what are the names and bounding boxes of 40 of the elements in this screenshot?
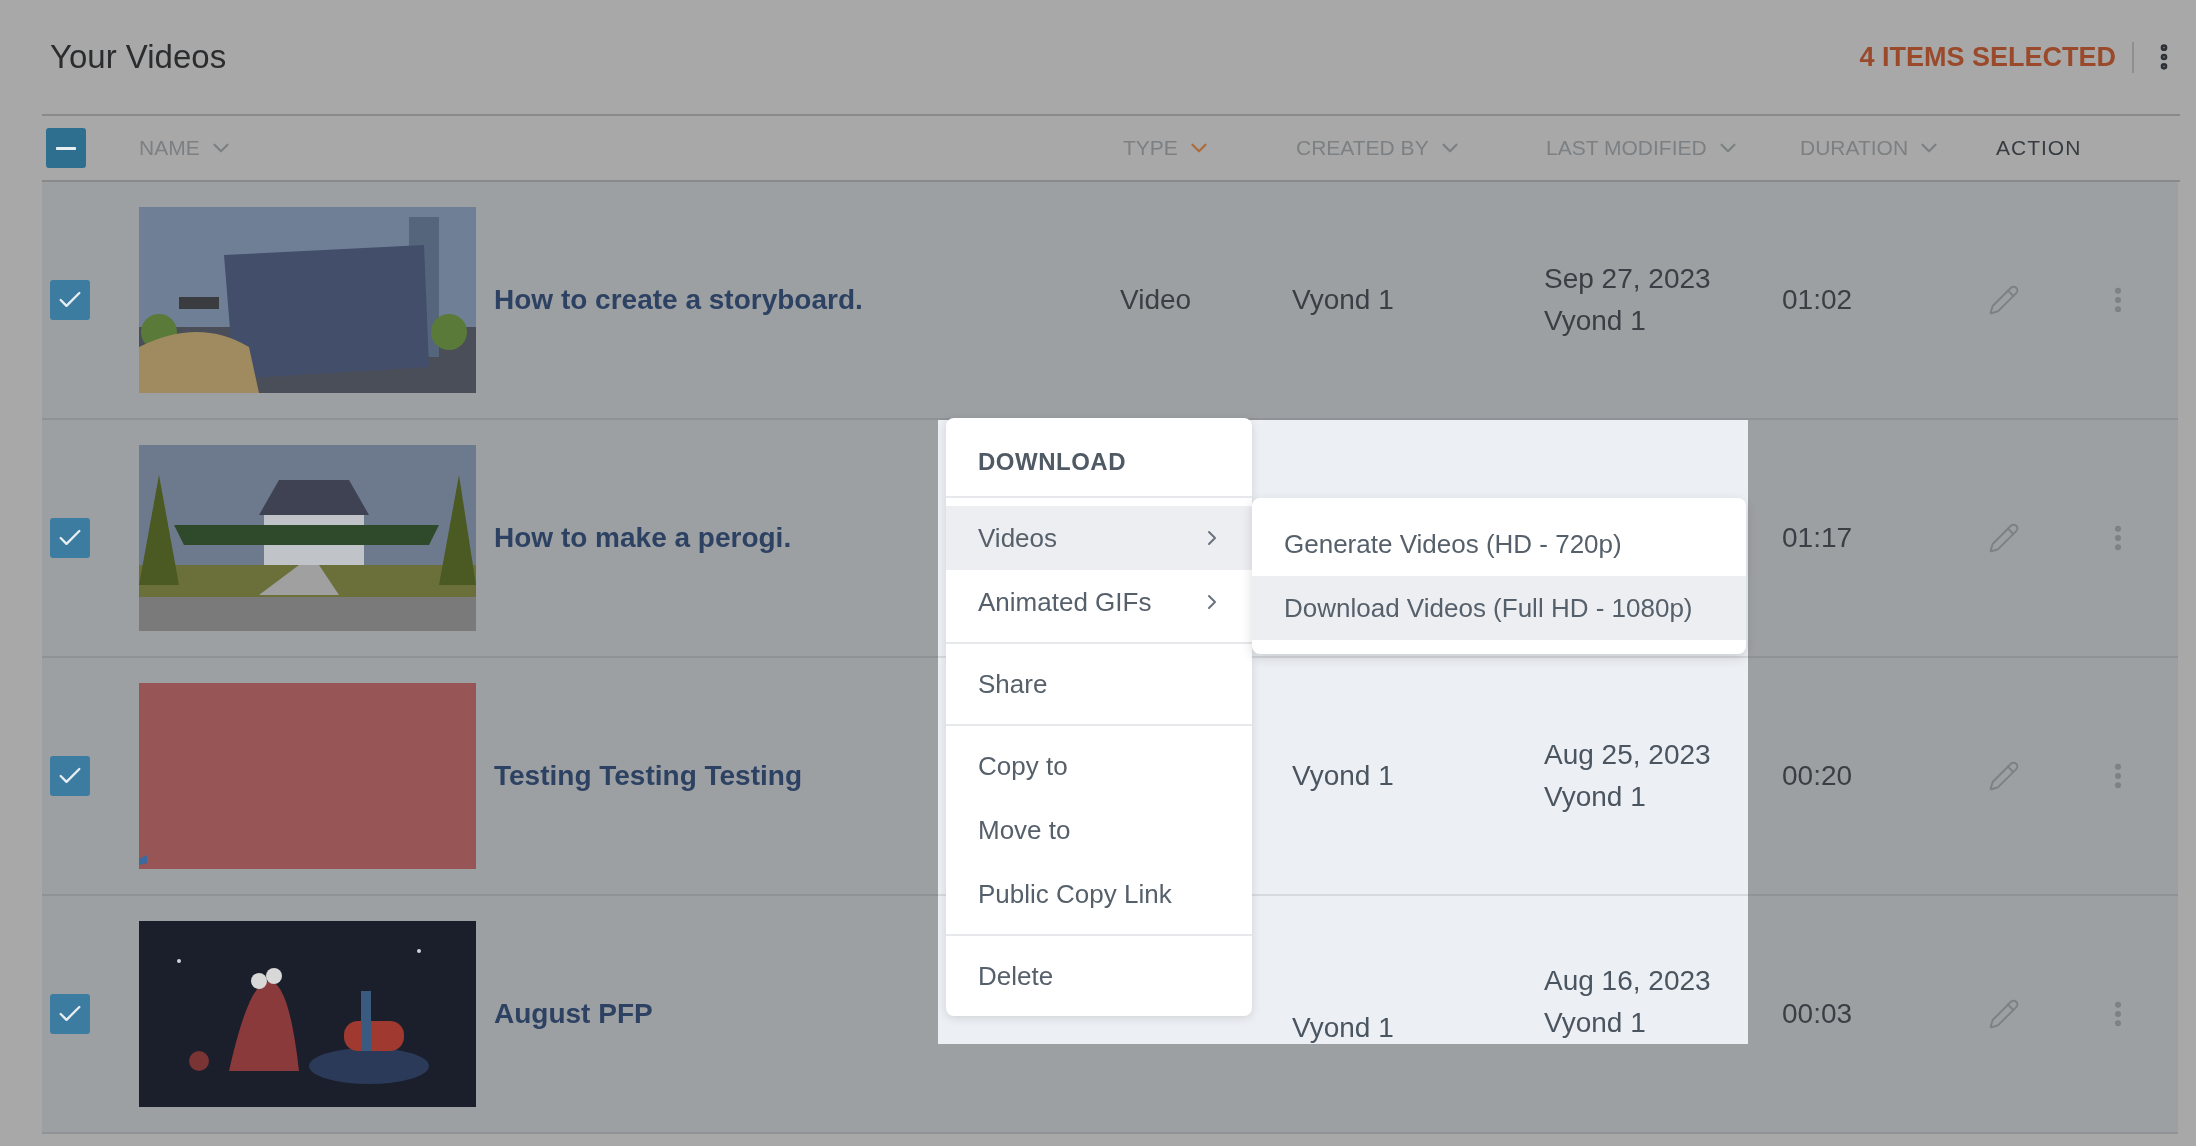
- pencil-icon[interactable]: [1988, 284, 2020, 316]
- row-checkbox[interactable]: [50, 280, 90, 320]
- creator-text: Vyond 1: [1292, 1012, 1394, 1044]
- select-all-checkbox[interactable]: [46, 128, 86, 168]
- menu-item[interactable]: Videos: [946, 506, 1252, 570]
- duration-text: 00:03: [1782, 998, 1853, 1030]
- menu-item[interactable]: Share: [946, 652, 1252, 716]
- row-checkbox[interactable]: [50, 518, 90, 558]
- modified-text: Vyond 1: [1544, 780, 1647, 814]
- menu-item[interactable]: Move to: [946, 798, 1252, 862]
- duration-text: 01:02: [1782, 284, 1853, 316]
- duration-text: 00:20: [1782, 760, 1853, 792]
- creator-text: Vyond 1: [1292, 760, 1394, 792]
- menu-heading: DOWNLOAD: [977, 447, 1127, 477]
- submenu-item[interactable]: Download Videos (Full HD - 1080p): [1252, 576, 1746, 640]
- menu-item[interactable]: Public Copy Link: [946, 862, 1252, 926]
- video-title-link[interactable]: August PFP: [494, 998, 653, 1030]
- modified-text: Aug 25, 2023: [1544, 738, 1711, 772]
- row-checkbox[interactable]: [50, 756, 90, 796]
- type-text: Video: [1120, 284, 1192, 316]
- pencil-icon[interactable]: [1988, 760, 2020, 792]
- column-header: ACTION: [1996, 136, 2082, 160]
- row-checkbox[interactable]: [50, 994, 90, 1034]
- modified-text: Sep 27, 2023: [1544, 262, 1711, 296]
- video-title-link[interactable]: Testing Testing Testing: [494, 760, 802, 792]
- menu-item[interactable]: Animated GIFs: [946, 570, 1252, 634]
- video-title-link[interactable]: How to make a perogi.: [494, 522, 792, 554]
- modified-text: Vyond 1: [1544, 304, 1647, 338]
- page-title: Your Videos: [50, 38, 227, 76]
- menu-item[interactable]: Copy to: [946, 734, 1252, 798]
- pencil-icon[interactable]: [1988, 998, 2020, 1030]
- creator-text: Vyond 1: [1292, 284, 1394, 316]
- submenu-item[interactable]: Generate Videos (HD - 720p): [1252, 512, 1746, 576]
- pencil-icon[interactable]: [1988, 522, 2020, 554]
- duration-text: 01:17: [1782, 522, 1853, 554]
- minus-icon: [56, 146, 76, 150]
- modified-text: Aug 16, 2023: [1544, 964, 1711, 998]
- selection-count: 4 ITEMS SELECTED: [1859, 41, 2134, 73]
- modified-text: Vyond 1: [1544, 1006, 1647, 1040]
- video-title-link[interactable]: How to create a storyboard.: [494, 284, 863, 316]
